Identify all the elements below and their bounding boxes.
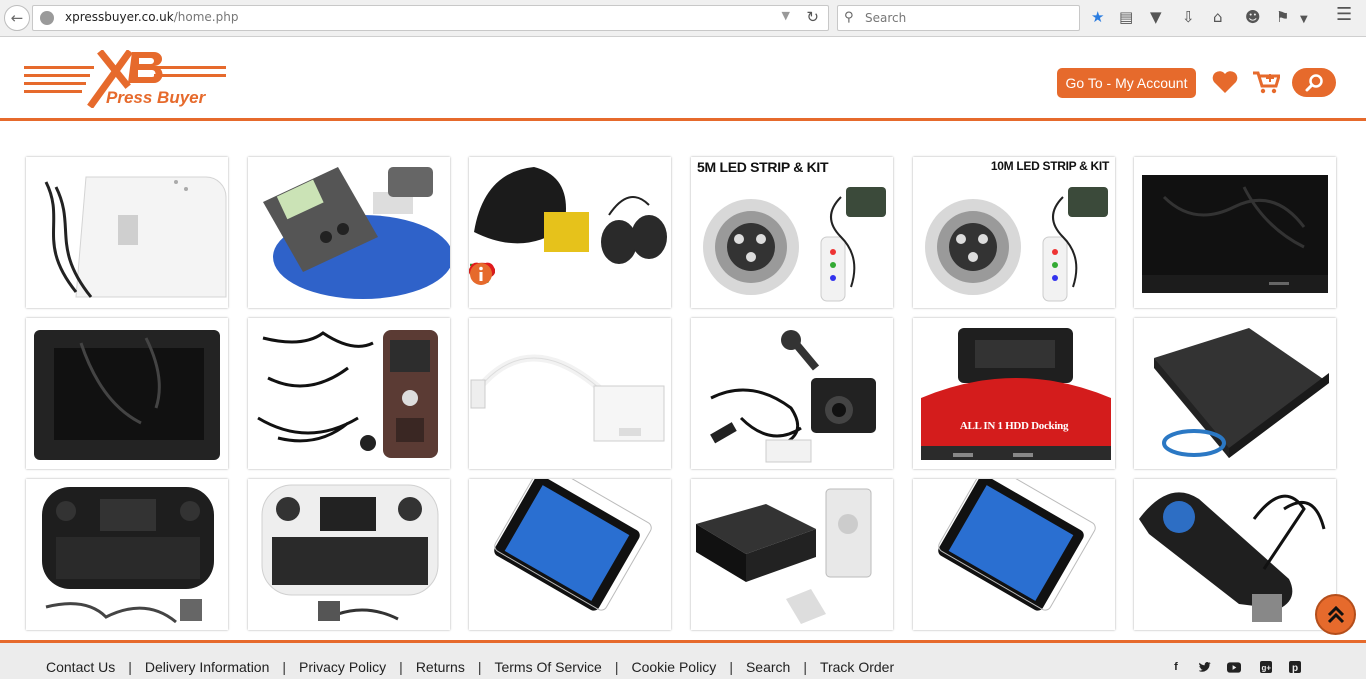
product-tile[interactable]: [248, 318, 450, 469]
footer-link-privacy-policy[interactable]: Privacy Policy: [299, 659, 386, 675]
url-path: /home.php: [173, 10, 239, 24]
product-image: [263, 167, 450, 299]
wishlist-heart-icon[interactable]: [1211, 70, 1239, 94]
site-search-button[interactable]: [1292, 68, 1336, 97]
product-tile[interactable]: [1134, 157, 1336, 308]
youtube-icon[interactable]: [1227, 660, 1241, 674]
product-tile[interactable]: [26, 318, 228, 469]
product-tile[interactable]: [26, 157, 228, 308]
product-image: [470, 354, 665, 442]
separator: |: [399, 659, 403, 675]
separator: |: [282, 659, 287, 675]
separator: |: [128, 659, 132, 675]
product-image: [1139, 492, 1326, 622]
product-tile[interactable]: [691, 479, 893, 630]
product-tile[interactable]: 5M LED STRIP & KIT: [691, 157, 893, 308]
product-tile[interactable]: [913, 479, 1115, 630]
product-image: [696, 488, 872, 624]
downloads-icon[interactable]: ⇩: [1182, 8, 1195, 26]
separator: |: [477, 659, 482, 675]
product-tile[interactable]: [691, 318, 893, 469]
product-image: [494, 479, 652, 611]
xpress-buyer-logo[interactable]: Press Buyer: [22, 50, 228, 108]
footer-link-contact-us[interactable]: Contact Us: [46, 659, 115, 675]
home-icon[interactable]: ⌂: [1213, 8, 1223, 26]
browser-search-placeholder: Search: [865, 11, 907, 25]
wishlist-icon[interactable]: [469, 262, 602, 293]
product-tile[interactable]: 10M LED STRIP & KIT: [913, 157, 1115, 308]
chat-icon[interactable]: ☻: [1245, 8, 1261, 26]
footer-link-delivery-information[interactable]: Delivery Information: [145, 659, 270, 675]
info-icon[interactable]: [470, 263, 640, 293]
globe-icon: [40, 11, 54, 25]
product-image: [710, 330, 876, 463]
history-dropdown-icon[interactable]: ▼: [782, 9, 790, 22]
footer-link-track-order[interactable]: Track Order: [820, 659, 894, 675]
separator: |: [729, 659, 733, 675]
footer-link-cookie-policy[interactable]: Cookie Policy: [631, 659, 716, 675]
footer-links: Contact Us | Delivery Information | Privacy …: [46, 659, 894, 675]
double-chevron-up-icon: [1327, 605, 1344, 623]
product-tile[interactable]: [26, 479, 228, 630]
add-to-cart-icon[interactable]: [470, 263, 564, 293]
product-image: [938, 479, 1096, 611]
url-text: xpressbuyer.co.uk/home.php: [65, 10, 238, 24]
url-domain: xpressbuyer.co.uk: [65, 10, 174, 24]
pocket-icon[interactable]: ▼: [1150, 8, 1162, 26]
google-plus-icon[interactable]: g+: [1259, 660, 1273, 674]
extension-dropdown-icon[interactable]: ▼: [1300, 11, 1308, 29]
address-bar[interactable]: xpressbuyer.co.uk/home.php ▼ ↻: [32, 5, 829, 31]
product-image: [921, 328, 1111, 460]
pinterest-icon[interactable]: p: [1288, 660, 1302, 674]
separator: |: [803, 659, 807, 675]
footer-link-terms-of-service[interactable]: Terms Of Service: [494, 659, 601, 675]
reload-icon[interactable]: ↻: [806, 8, 819, 26]
product-image: [261, 484, 439, 621]
facebook-icon[interactable]: f: [1169, 660, 1183, 674]
search-icon: ⚲: [844, 10, 854, 25]
product-tile[interactable]: ALL IN 1 HDD Docking: [913, 318, 1115, 469]
product-image: [1154, 328, 1329, 458]
product-tile[interactable]: [469, 318, 671, 469]
product-tile[interactable]: [469, 479, 671, 630]
header-divider: [0, 118, 1366, 121]
product-tile[interactable]: [469, 157, 671, 308]
product-tile[interactable]: [248, 157, 450, 308]
product-actions: [469, 262, 671, 298]
reading-list-icon[interactable]: ▤: [1119, 8, 1133, 26]
product-image: [34, 330, 220, 460]
view-icon[interactable]: [469, 262, 526, 293]
product-label: 5M LED STRIP & KIT: [697, 159, 829, 175]
cart-icon[interactable]: [1252, 70, 1280, 94]
product-tile[interactable]: [248, 479, 450, 630]
product-label: 10M LED STRIP & KIT: [990, 159, 1109, 173]
product-image: [42, 487, 214, 624]
footer-link-search[interactable]: Search: [746, 659, 790, 675]
browser-toolbar: ← xpressbuyer.co.uk/home.php ▼ ↻ ⚲ Searc…: [0, 0, 1366, 37]
site-footer: Contact Us | Delivery Information | Privacy …: [0, 643, 1366, 679]
menu-icon[interactable]: ☰: [1336, 6, 1352, 24]
back-button[interactable]: ←: [4, 5, 30, 31]
my-account-button[interactable]: Go To - My Account: [1057, 68, 1196, 98]
svg-text:g+: g+: [1262, 664, 1272, 673]
product-image: [925, 187, 1108, 302]
product-image: [703, 187, 886, 302]
magnifier-icon: [1305, 73, 1323, 91]
extension-icon[interactable]: ⚑: [1276, 8, 1289, 26]
product-tile[interactable]: [1134, 479, 1336, 630]
back-to-top-button[interactable]: [1315, 594, 1356, 635]
separator: |: [614, 659, 619, 675]
browser-search-field[interactable]: ⚲ Search: [837, 5, 1080, 31]
product-label: ALL IN 1 HDD Docking: [959, 420, 1069, 432]
product-image: [44, 176, 227, 298]
product-image: [257, 330, 438, 458]
bookmark-star-icon[interactable]: ★: [1091, 8, 1104, 26]
svg-text:Press Buyer: Press Buyer: [106, 88, 207, 107]
footer-link-returns[interactable]: Returns: [416, 659, 465, 675]
product-image: [1142, 175, 1328, 293]
svg-text:p: p: [1292, 663, 1298, 673]
product-tile[interactable]: [1134, 318, 1336, 469]
twitter-icon[interactable]: [1197, 660, 1211, 674]
